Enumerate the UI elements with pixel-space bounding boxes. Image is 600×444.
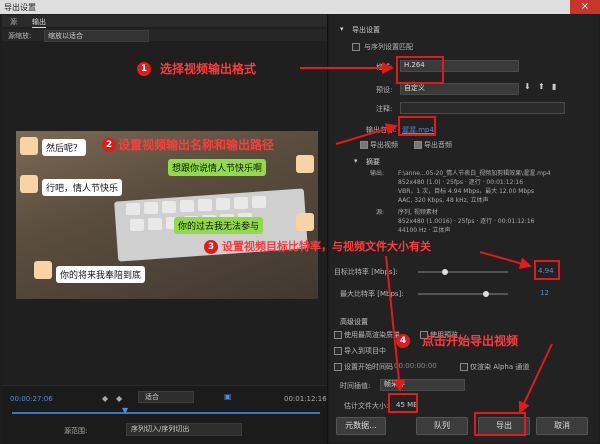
arrow-3b [385,255,405,392]
annotation-arrows [300,62,553,414]
arrow-2 [335,123,398,145]
arrow-3a [479,251,532,270]
arrow-4 [518,343,553,414]
